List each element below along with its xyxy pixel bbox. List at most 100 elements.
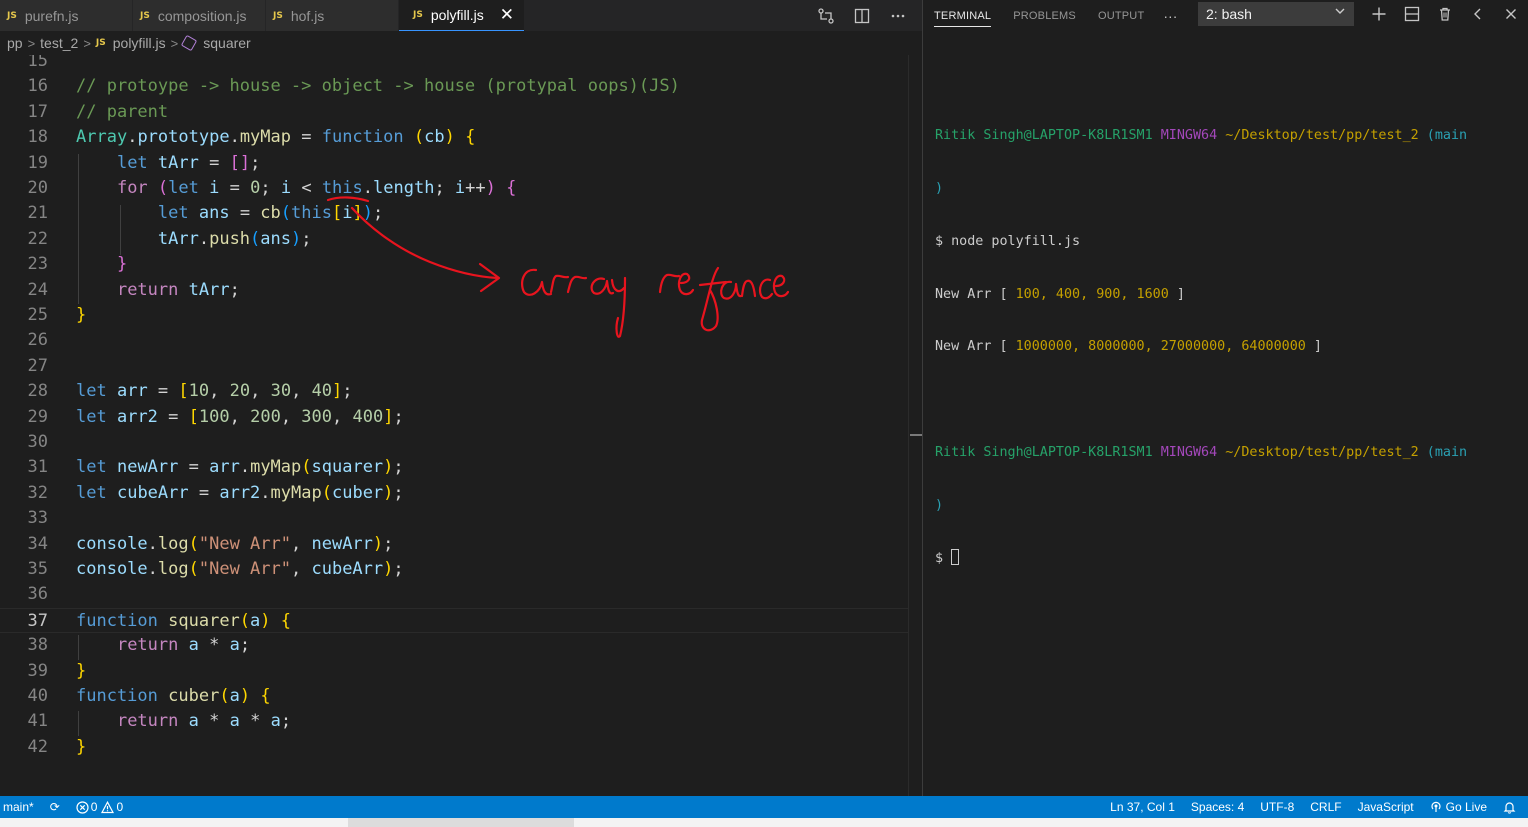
code-line[interactable]: 21 let ans = cb(this[i]); [0,201,908,226]
code-line[interactable]: 40 function cuber(a) { [0,684,908,709]
code-line[interactable]: 35 console.log("New Arr", cubeArr); [0,557,908,582]
terminal-input-line[interactable]: $ [935,549,1525,567]
code-editor[interactable]: 15 16 // protoype -> house -> object -> ho… [0,55,908,796]
tab-composition[interactable]: JS composition.js [133,0,266,31]
more-actions-icon[interactable] [888,6,908,26]
code-token: cuber [331,482,384,503]
status-problems[interactable]: 0 0 [68,796,131,818]
code-line[interactable]: 20 for (let i = 0; i < this.length; i++)… [0,176,908,201]
prompt-env: MINGW64 [1160,128,1218,144]
tab-purefn[interactable]: JS purefn.js [0,0,133,31]
code-line[interactable]: 30 [0,430,908,455]
tab-terminal[interactable]: TERMINAL [923,0,1002,31]
code-line[interactable]: 16 // protoype -> house -> object -> hous… [0,74,908,99]
status-encoding[interactable]: UTF-8 [1252,796,1302,818]
terminal-output-line: New Arr [ 100, 400, 900, 1600 ] [935,286,1525,304]
code-line[interactable]: 38 return a * a; [0,633,908,658]
tab-hof[interactable]: JS hof.js [266,0,399,31]
code-line[interactable]: 37 function squarer(a) { [0,607,908,633]
code-token: { [506,178,517,198]
prompt-branch: (main [1426,444,1468,460]
code-text: return tArr; [76,278,240,303]
terminal-prompt-line: Ritik Singh@LAPTOP-K8LR1SM1 MINGW64 ~/De… [935,444,1525,462]
code-token: arr [209,457,240,478]
more-views-icon[interactable]: ··· [1155,8,1185,24]
tab-polyfill[interactable]: JS polyfill.js ✕ [399,0,525,31]
code-token: ; [301,228,312,249]
code-token: . [147,533,158,554]
tab-output[interactable]: OUTPUT [1087,0,1155,31]
chevron-left-icon[interactable] [1468,4,1488,24]
code-token: ; [372,203,384,224]
status-indentation[interactable]: Spaces: 4 [1183,796,1252,818]
status-language[interactable]: JavaScript [1350,796,1422,818]
breadcrumb-folder-test2[interactable]: test_2 [40,35,78,51]
code-line[interactable]: 26 [0,328,908,353]
status-eol[interactable]: CRLF [1302,796,1349,818]
code-text: } [76,252,127,277]
code-line[interactable]: 24 return tArr; [0,278,908,303]
code-token: newArr [116,457,179,478]
code-token: ( [188,533,199,554]
code-text: let newArr = arr.myMap(squarer); [76,455,404,480]
code-line[interactable]: 32 let cubeArr = arr2.myMap(cuber); [0,481,908,506]
code-line[interactable]: 22 tArr.push(ans); [0,227,908,252]
code-token: ( [239,610,251,631]
code-token: ( [321,482,332,503]
breadcrumb-file[interactable]: polyfill.js [113,35,166,51]
code-line[interactable]: 33 [0,506,908,531]
chevron-right-icon: > [170,35,179,51]
code-line[interactable]: 19 let tArr = []; [0,151,908,176]
code-line[interactable]: 15 [0,55,908,74]
code-line[interactable]: 23 } [0,252,908,277]
line-number: 18 [27,127,48,148]
code-token: [ [331,203,343,224]
code-text: tArr.push(ans); [76,227,312,252]
code-line[interactable]: 34 console.log("New Arr", newArr); [0,532,908,557]
code-line[interactable]: 17 // parent [0,100,908,125]
code-token: . [127,127,138,148]
code-line[interactable]: 41 return a * a * a; [0,709,908,734]
trash-icon[interactable] [1435,4,1455,24]
close-panel-icon[interactable] [1501,4,1521,24]
breadcrumb-folder-pp[interactable]: pp [7,35,23,51]
code-text: Array.prototype.myMap = function (cb) { [76,125,475,150]
close-tab-icon[interactable]: ✕ [500,5,514,25]
terminal-output[interactable]: Ritik Singh@LAPTOP-K8LR1SM1 MINGW64 ~/De… [935,92,1525,602]
notifications-bell-icon[interactable] [1495,796,1524,818]
sync-icon[interactable]: ⟳ [42,796,68,818]
editor-pane: JS purefn.js JS composition.js JS hof.js… [0,0,922,796]
status-branch[interactable]: main* [0,796,42,818]
split-editor-icon[interactable] [852,6,872,26]
tab-problems[interactable]: PROBLEMS [1002,0,1087,31]
code-line[interactable]: 31 let newArr = arr.myMap(squarer); [0,455,908,480]
prompt-branch-close: ) [935,497,944,513]
code-line[interactable]: 25} [0,303,908,328]
terminal-select[interactable]: 2: bash [1198,2,1354,26]
chevron-down-icon [1334,5,1346,20]
code-line[interactable]: 39} [0,659,908,684]
editor-scrollbar[interactable] [908,55,922,796]
new-terminal-icon[interactable] [1369,4,1389,24]
code-token: ) [291,228,302,249]
code-token: ; [434,178,455,198]
code-text: let arr = [10, 20, 30, 40]; [76,379,353,404]
line-number: 40 [27,686,48,706]
status-cursor-position[interactable]: Ln 37, Col 1 [1102,796,1183,818]
code-line[interactable]: 18 Array.prototype.myMap = function (cb) … [0,125,908,150]
code-line[interactable]: 29 let arr2 = [100, 200, 300, 400]; [0,405,908,430]
code-line[interactable]: 36 [0,582,908,607]
code-line[interactable]: 27 [0,354,908,379]
breadcrumb-symbol[interactable]: squarer [203,35,250,51]
split-terminal-icon[interactable] [1402,4,1422,24]
code-line[interactable]: 42} [0,735,908,760]
code-token: a [188,635,199,656]
code-token: cuber [168,686,220,706]
code-token: i [454,178,466,198]
open-changes-icon[interactable] [816,6,836,26]
code-line[interactable]: 28 let arr = [10, 20, 30, 40]; [0,379,908,404]
status-go-live[interactable]: Go Live [1422,796,1495,818]
code-token: newArr [311,533,373,554]
